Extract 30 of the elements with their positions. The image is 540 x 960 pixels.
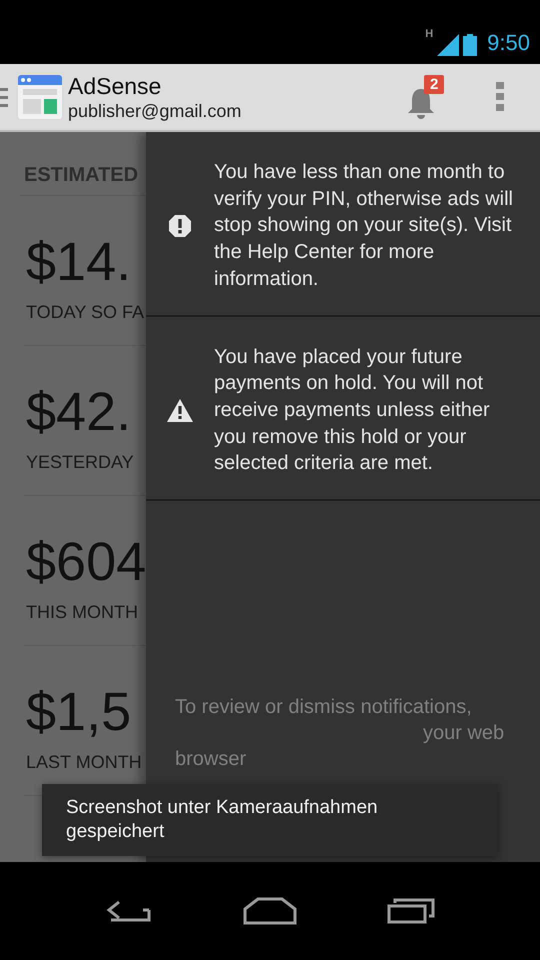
earnings-amount: $42. (26, 382, 132, 442)
warning-icon (167, 398, 193, 422)
alert-icon (168, 214, 192, 238)
back-icon[interactable] (105, 898, 153, 924)
overflow-menu-icon[interactable] (496, 82, 504, 112)
period-label: TODAY SO FA (26, 302, 146, 323)
app-title: AdSense (68, 72, 162, 100)
footer-text: your web (422, 721, 506, 746)
clock: 9:50 (487, 30, 530, 56)
earnings-amount: $604 (26, 532, 146, 592)
recent-apps-icon[interactable] (387, 898, 435, 924)
toast-message: Screenshot unter Kameraaufnahmen gespeichert (42, 784, 498, 856)
battery-icon (463, 34, 478, 56)
network-type: H (425, 28, 434, 40)
signal-icon (437, 34, 460, 56)
bell-icon[interactable] (406, 87, 436, 119)
footer-text: To review or dismiss notifications, (175, 695, 473, 720)
period-label: LAST MONTH (26, 752, 143, 773)
period-label: YESTERDAY (26, 452, 135, 473)
period-label: THIS MONTH (26, 602, 139, 623)
notification-count: 2 (424, 75, 444, 94)
notification-text: You have placed your future payments on hold. You will not receive payments unless either you remove this hold or your selected criteria are met. (214, 344, 491, 476)
account-email: publisher@gmail.com (68, 100, 242, 122)
home-icon[interactable] (243, 897, 297, 925)
menu-icon[interactable] (0, 86, 8, 108)
app-icon[interactable] (18, 75, 62, 119)
footer-text: browser (175, 747, 248, 772)
notification-text: You have less than one month to verify your PIN, otherwise ads will stop showing on your site(s). Visit the Help Center for more information. (214, 160, 514, 292)
earnings-amount: $14. (26, 232, 132, 292)
earnings-amount: $1,5 (26, 682, 132, 742)
